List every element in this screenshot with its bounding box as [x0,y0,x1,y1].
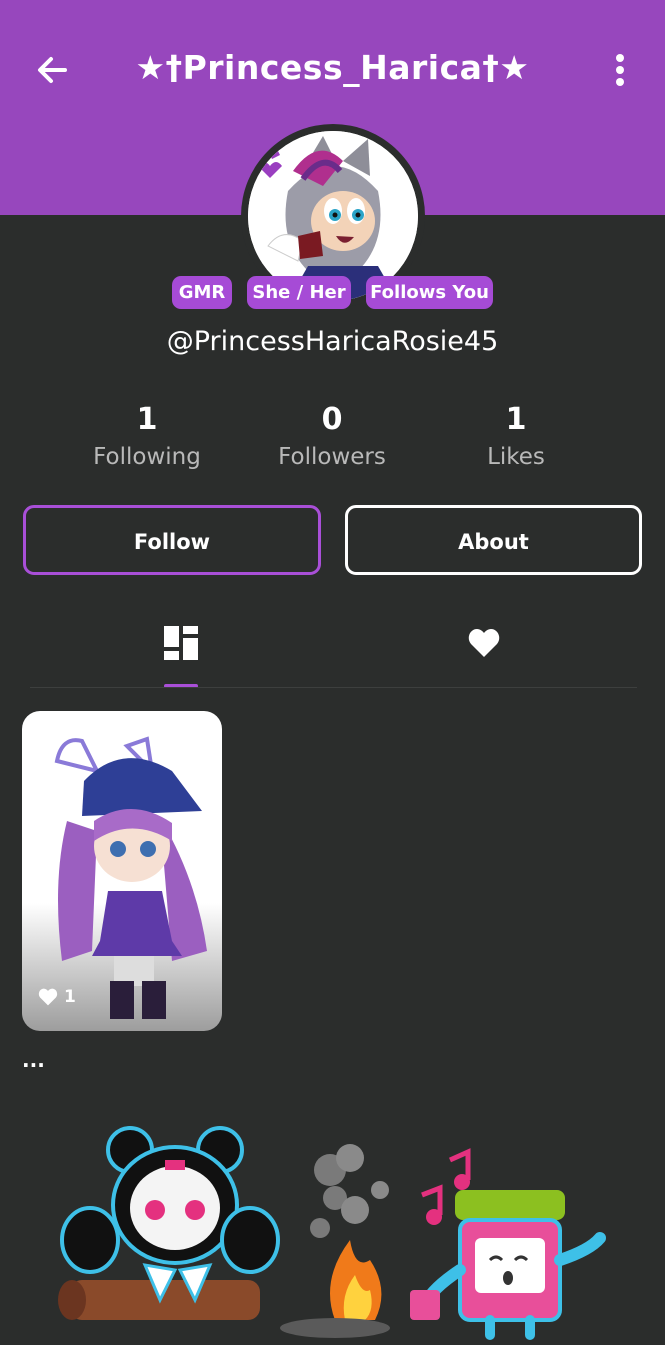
tab-posts[interactable] [140,620,222,688]
badge-gmr: GMR [172,276,232,309]
stat-following-label: Following [93,444,201,470]
post-likes: 1 [38,987,76,1007]
post-thumbnail [54,736,207,1019]
profile-badges: GMR She / Her Follows You [0,276,665,310]
arrow-left-icon [38,57,67,83]
stat-followers[interactable]: 0 Followers [242,402,422,470]
post-likes-count: 1 [64,987,76,1007]
stat-following-value: 1 [136,402,158,437]
follow-button[interactable]: Follow [23,505,321,575]
more-vertical-icon [616,54,624,86]
post-card[interactable]: 1 [22,711,222,1031]
badge-pronouns: She / Her [247,276,351,309]
heart-icon [468,629,500,657]
heart-icon [38,988,58,1006]
back-button[interactable] [32,50,72,90]
page-title: ★†Princess_Harica†★ [135,48,530,87]
stat-likes-label: Likes [487,444,545,470]
decorative-illustration [58,1126,606,1340]
stat-followers-value: 0 [321,402,343,437]
username-handle: @PrincessHaricaRosie45 [166,326,499,357]
stat-following[interactable]: 1 Following [57,402,237,470]
stat-likes-value: 1 [505,402,527,437]
tab-liked[interactable] [443,620,525,688]
grid-icon [164,626,198,660]
more-text: ... [22,1048,45,1072]
stat-followers-label: Followers [278,444,386,470]
about-button[interactable]: About [345,505,642,575]
more-options-button[interactable] [605,50,635,90]
tab-divider [30,687,637,688]
badge-follows-you: Follows You [366,276,493,309]
stat-likes[interactable]: 1 Likes [426,402,606,470]
